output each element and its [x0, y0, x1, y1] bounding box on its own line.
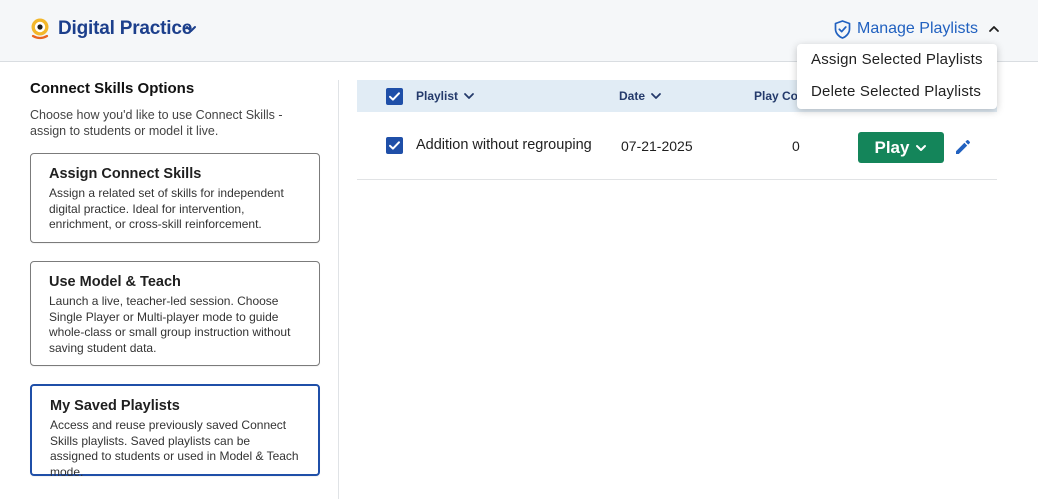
- chevron-down-icon: [464, 93, 474, 99]
- card-description: Access and reuse previously saved Connec…: [50, 418, 299, 479]
- menu-item-assign-selected[interactable]: Assign Selected Playlists: [797, 48, 997, 80]
- app-title[interactable]: Digital Practice: [58, 18, 192, 40]
- divider: [338, 80, 339, 499]
- checkmark-icon: [389, 141, 400, 150]
- eye-logo-icon: [31, 18, 49, 40]
- chevron-down-icon[interactable]: [184, 22, 198, 36]
- my-saved-playlists-card[interactable]: My Saved Playlists Access and reuse prev…: [30, 384, 320, 479]
- card-description: Assign a related set of skills for indep…: [49, 186, 284, 231]
- chevron-up-icon: [989, 26, 999, 32]
- column-label: Date: [619, 89, 646, 103]
- playlist-date: 07-21-2025: [621, 138, 693, 154]
- chevron-down-icon: [916, 144, 927, 151]
- play-button[interactable]: Play: [858, 132, 944, 163]
- sidebar: Connect Skills Options Choose how you'd …: [30, 80, 322, 479]
- card-title: My Saved Playlists: [50, 398, 180, 414]
- select-all-checkbox[interactable]: [386, 88, 403, 105]
- row-checkbox[interactable]: [386, 137, 403, 154]
- card-title: Use Model & Teach: [49, 274, 181, 290]
- play-button-label: Play: [874, 137, 910, 157]
- table-row: Addition without regrouping 07-21-2025 0…: [357, 112, 997, 180]
- column-label: Playlist: [416, 89, 459, 103]
- menu-item-delete-selected[interactable]: Delete Selected Playlists: [797, 80, 997, 112]
- assign-connect-skills-card[interactable]: Assign Connect Skills Assign a related s…: [30, 153, 320, 243]
- card-title: Assign Connect Skills: [49, 166, 202, 182]
- manage-playlists-label: Manage Playlists: [857, 20, 978, 37]
- sidebar-title: Connect Skills Options: [30, 80, 195, 97]
- sidebar-description: Choose how you'd like to use Connect Ski…: [30, 108, 283, 138]
- column-header-playlist[interactable]: Playlist: [416, 89, 475, 103]
- playlist-play-count: 0: [792, 138, 800, 154]
- use-model-teach-card[interactable]: Use Model & Teach Launch a live, teacher…: [30, 261, 320, 366]
- column-header-date[interactable]: Date: [619, 89, 662, 103]
- pencil-icon[interactable]: [954, 138, 972, 156]
- playlist-name: Addition without regrouping: [416, 137, 592, 153]
- shield-check-icon: [834, 19, 851, 39]
- card-description: Launch a live, teacher-led session. Choo…: [49, 294, 291, 355]
- manage-playlists-menu: Assign Selected Playlists Delete Selecte…: [797, 44, 997, 109]
- manage-playlists-button[interactable]: Manage Playlists: [834, 18, 1000, 40]
- checkmark-icon: [389, 92, 400, 101]
- chevron-down-icon: [651, 93, 661, 99]
